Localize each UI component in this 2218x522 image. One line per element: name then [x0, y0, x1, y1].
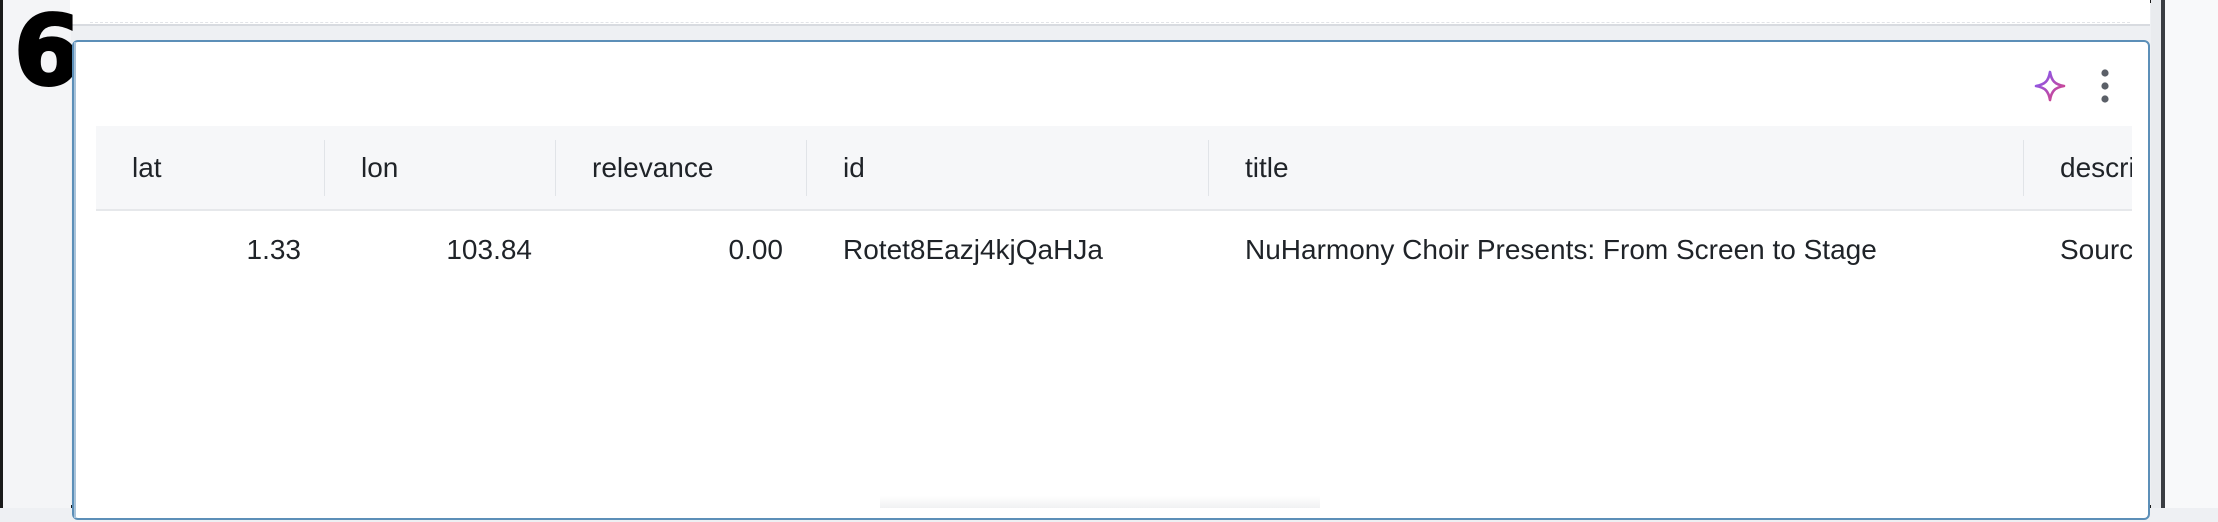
cell-description: Source	[2060, 233, 2132, 265]
column-header-lon[interactable]: lon	[325, 126, 556, 211]
more-vertical-icon[interactable]	[2085, 66, 2125, 106]
output-cell: lat lon relevance id title description 1…	[72, 40, 2150, 520]
cell-lat: 1.33	[246, 233, 302, 265]
previous-cell	[70, 0, 2150, 26]
column-header-id[interactable]: id	[807, 126, 1209, 211]
results-table: lat lon relevance id title description 1…	[96, 126, 2132, 288]
cell-title: NuHarmony Choir Presents: From Screen to…	[1245, 233, 1877, 265]
cell-relevance: 0.00	[728, 233, 784, 265]
column-header-lat[interactable]: lat	[96, 126, 325, 211]
cell-selection-bar	[74, 42, 76, 518]
cell-id: Rotet8Eazj4kjQaHJa	[843, 233, 1103, 265]
bottom-fade	[880, 496, 1320, 508]
column-header-relevance[interactable]: relevance	[556, 126, 807, 211]
column-header-title[interactable]: title	[1209, 126, 2024, 211]
sparkle-icon[interactable]	[2030, 66, 2070, 106]
table-row[interactable]: 1.33 103.84 0.00 Rotet8Eazj4kjQaHJa NuHa…	[96, 210, 2133, 288]
results-table-viewport[interactable]: lat lon relevance id title description 1…	[96, 126, 2132, 522]
previous-cell-output	[90, 0, 2130, 23]
cell-lon: 103.84	[446, 233, 532, 265]
column-header-description[interactable]: description	[2024, 126, 2132, 211]
right-panel-edge	[2165, 0, 2218, 508]
table-header-row: lat lon relevance id title description	[96, 126, 2132, 211]
